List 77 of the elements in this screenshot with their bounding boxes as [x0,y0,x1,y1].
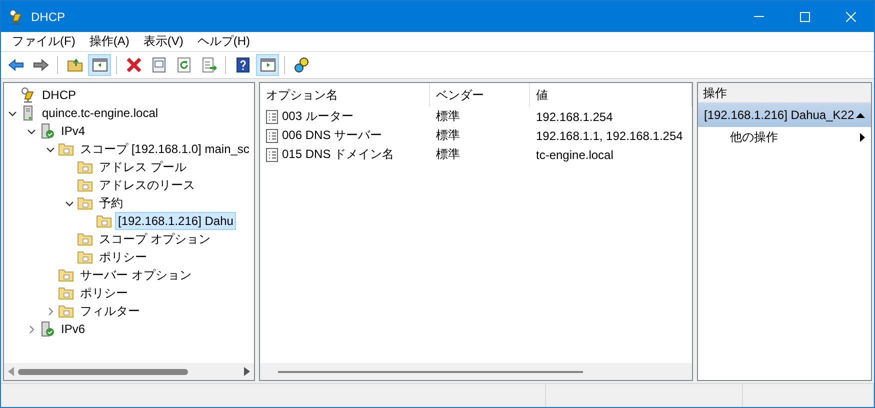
minimize-icon [754,16,764,17]
export-list-icon [200,57,216,73]
expand-chevron-icon[interactable] [8,108,16,118]
table-cell: 006 DNS サーバー [282,127,382,144]
window-title: DHCP [31,10,66,24]
tree-item[interactable]: サーバー オプション [77,266,194,284]
folder-icon [77,249,93,265]
table-cell: tc-engine.local [536,148,614,162]
table-cell: 192.168.1.1, 192.168.1.254 [536,128,683,142]
maximize-icon [800,12,810,22]
dhcp-icon [20,87,36,103]
tree-item[interactable]: フィルター [77,302,143,320]
tree-item[interactable]: [192.168.1.216] Dahu [115,212,236,230]
table-cell: 標準 [436,127,460,144]
folder-icon [77,231,93,247]
folder-up-icon [66,57,82,73]
tree-item[interactable]: 予約 [96,194,126,212]
column-header[interactable]: 値 [530,83,692,107]
expand-chevron-icon[interactable] [64,198,74,208]
menu-item[interactable]: 表示(V) [136,33,190,50]
table-cell: 192.168.1.254 [536,110,613,124]
expand-chevron-icon[interactable] [46,144,54,154]
folder-icon [58,303,74,319]
folder-icon [77,195,93,211]
server-check-icon [39,321,55,337]
folder-icon [77,177,93,193]
tree-item[interactable]: アドレスのリース [96,176,198,194]
tree-item[interactable]: スコープ [192.168.1.0] main_sc [77,140,252,158]
submenu-arrow-icon [860,133,865,142]
tree-pane-icon [92,57,108,73]
collapse-chevron-icon[interactable] [26,324,36,334]
refresh-icon [176,57,192,73]
folder-icon [77,159,93,175]
list-document-icon [266,148,278,162]
folder-icon [58,267,74,283]
scrollbar-thumb[interactable] [18,368,188,374]
action-item[interactable]: 他の操作 [698,127,871,148]
list-document-icon [266,110,278,124]
forward-arrow-icon [32,57,48,73]
tree-item[interactable]: アドレス プール [96,158,190,176]
help-icon [234,57,250,73]
expand-chevron-icon[interactable] [26,126,36,136]
folder-icon [96,213,112,229]
scroll-right-icon[interactable] [244,367,250,376]
tree-item[interactable]: スコープ オプション [96,230,214,248]
column-header[interactable]: オプション名 [260,83,430,107]
tree-item[interactable]: DHCP [39,86,80,104]
tree-item[interactable]: IPv4 [58,122,88,140]
collapse-chevron-icon[interactable] [46,306,54,316]
list-document-icon [266,128,278,142]
folder-icon [58,141,74,157]
tree-item[interactable]: quince.tc-engine.local [39,104,162,122]
menu-item[interactable]: ファイル(F) [5,33,82,50]
table-cell: 015 DNS ドメイン名 [282,146,394,163]
properties-icon [150,57,166,73]
actions-header: 操作 [698,83,871,103]
server-check-icon [39,123,55,139]
delete-icon [126,57,142,73]
table-cell: 標準 [436,108,460,125]
column-header[interactable]: ベンダー [430,83,530,107]
folder-icon [58,285,74,301]
tree-item[interactable]: ポリシー [96,248,150,266]
table-cell: 003 ルーター [282,108,354,125]
action-pane-icon [260,57,276,73]
tree-item[interactable]: IPv6 [58,320,88,338]
action-section-header[interactable]: [192.168.1.216] Dahua_K22 [698,103,871,127]
back-arrow-icon [8,57,24,73]
dhcp-icon [8,8,24,24]
toolbar-button[interactable] [88,54,111,76]
scrollbar-thumb[interactable] [278,370,583,372]
close-icon [846,12,856,22]
toolbar-button[interactable] [256,54,279,76]
tree-item[interactable]: ポリシー [77,284,131,302]
table-cell: 標準 [436,146,460,163]
menu-item[interactable]: ヘルプ(H) [190,33,257,50]
collapse-triangle-icon [856,112,865,118]
menu-item[interactable]: 操作(A) [82,33,136,50]
